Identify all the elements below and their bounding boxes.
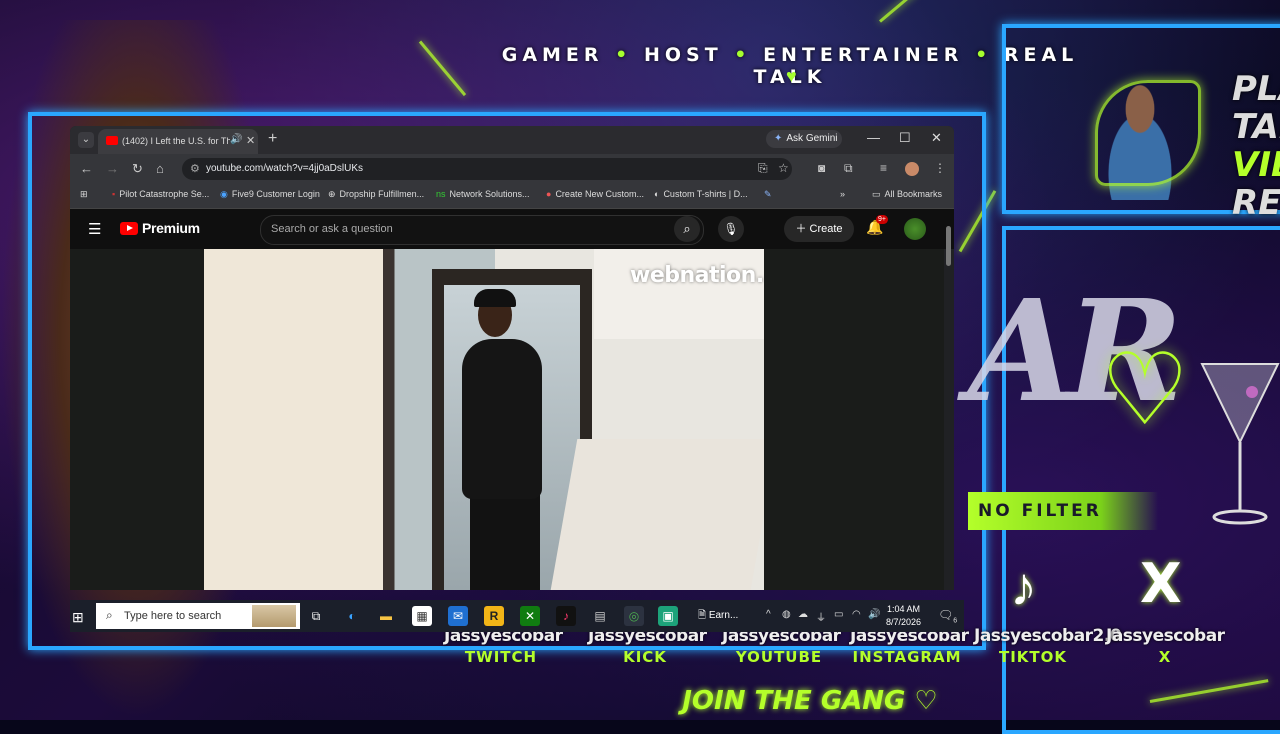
tab-bar: ⌄ (1402) I Left the U.S. for Tha 🔊 ✕ + ✦… <box>70 126 954 154</box>
battery-icon[interactable]: ▭ <box>834 609 843 620</box>
audio-playing-icon[interactable]: 🔊 <box>230 134 242 145</box>
rewards-app-icon[interactable]: R <box>484 606 504 626</box>
youtube-premium-logo[interactable]: Premium <box>142 220 200 236</box>
outlook-icon[interactable]: ✉ <box>448 606 468 626</box>
side-slogan: PLA TAL VIB REF <box>1232 69 1280 223</box>
browser-window: ⌄ (1402) I Left the U.S. for Tha 🔊 ✕ + ✦… <box>70 126 954 590</box>
notification-count-badge: 9+ <box>876 215 888 224</box>
app-icon[interactable]: ▤ <box>590 606 610 626</box>
app-icon[interactable]: ▣ <box>658 606 678 626</box>
social-youtube: Jassyescobar YOUTUBE <box>722 626 841 666</box>
volume-icon[interactable]: 🔊 <box>868 609 880 620</box>
profile-avatar[interactable] <box>905 162 919 176</box>
video-person <box>470 489 540 590</box>
ask-gemini-button[interactable]: ✦ Ask Gemini <box>766 130 842 148</box>
tiktok-icon: ♪ <box>1010 557 1037 617</box>
show-hidden-icons[interactable]: ^ <box>766 609 771 620</box>
search-icon[interactable]: ⌕ <box>674 216 700 242</box>
notification-center-icon[interactable]: 🗨6 <box>938 608 957 624</box>
youtube-search-input[interactable]: Search or ask a question <box>260 215 704 245</box>
menu-kebab-icon[interactable]: ⋮ <box>934 161 946 175</box>
install-app-icon[interactable]: ⎘ <box>758 161 768 176</box>
x-logo-icon: X <box>1140 552 1182 615</box>
chrome-icon[interactable]: ◎ <box>624 606 644 626</box>
task-view-icon[interactable]: ⧉ <box>306 606 326 626</box>
address-bar[interactable]: ⚙ youtube.com/watch?v=4jj0aDslUKs ⎘ ☆ <box>182 158 792 180</box>
bookmark-item[interactable]: ns Network Solutions... <box>436 189 530 199</box>
bookmark-item[interactable]: ⊕ Dropship Fulfillmen... <box>328 189 424 200</box>
bookmarks-bar: ⊞ ▪ Pilot Catastrophe Se... ◉ Five9 Custom… <box>70 184 954 209</box>
bookmark-pen-icon[interactable]: ✎ <box>764 189 772 200</box>
reload-button[interactable]: ↻ <box>132 161 143 177</box>
toolbar: ← → ↻ ⌂ ⚙ youtube.com/watch?v=4jj0aDslUK… <box>70 154 954 184</box>
gemini-icon: ✦ <box>774 133 783 144</box>
create-button[interactable]: ＋ Create <box>784 216 854 242</box>
bookmark-star-icon[interactable]: ☆ <box>778 161 789 175</box>
maximize-button[interactable]: ☐ <box>899 130 911 146</box>
extensions-puzzle-icon[interactable]: ⧉ <box>844 161 853 176</box>
media-control-icon[interactable]: ≡ <box>880 161 887 175</box>
bookmark-item[interactable]: ▪ Pilot Catastrophe Se... <box>112 189 209 199</box>
tab-title: (1402) I Left the U.S. for Tha <box>122 136 230 146</box>
tab-search-button[interactable]: ⌄ <box>78 132 94 148</box>
join-the-gang-banner: JOIN THE GANG ♡ <box>682 686 938 716</box>
menu-icon[interactable]: ☰ <box>88 220 101 238</box>
file-explorer-icon[interactable]: ▬ <box>376 606 396 626</box>
windows-start-icon[interactable]: ⊞ <box>72 609 84 626</box>
close-window-button[interactable]: ✕ <box>931 130 942 146</box>
youtube-header: ☰ Premium Search or ask a question ⌕ 🎙 ＋… <box>70 209 954 249</box>
bookmark-item[interactable]: ◐ Custom T-shirts | D... <box>654 189 748 199</box>
martini-glass-icon <box>1200 363 1280 525</box>
new-tab-button[interactable]: + <box>268 130 277 148</box>
video-player[interactable]: webnation. <box>70 249 944 590</box>
taskbar-clock[interactable]: 1:04 AM 8/7/2026 <box>886 603 921 629</box>
video-frame[interactable]: webnation. <box>204 249 764 590</box>
microsoft-store-icon[interactable]: ▦ <box>412 606 432 626</box>
search-highlight-image <box>252 605 296 627</box>
video-person-cap <box>474 289 516 307</box>
apps-grid-icon[interactable]: ⊞ <box>80 189 88 200</box>
tray-app-icon[interactable]: ◍ <box>782 609 791 620</box>
youtube-favicon-icon <box>106 136 118 145</box>
xbox-icon[interactable]: ✕ <box>520 606 540 626</box>
no-filter-banner: NO FILTER <box>968 492 1158 530</box>
taskbar-search-input[interactable]: ⌕ Type here to search <box>96 603 300 629</box>
tiktok-app-icon[interactable]: ♪ <box>556 606 576 626</box>
microphone-icon[interactable]: 🎙 <box>718 216 744 242</box>
wifi-icon[interactable]: ◠ <box>852 609 861 620</box>
social-tiktok: Jassyescobar2.0 TIKTOK <box>974 626 1122 666</box>
social-twitch: Jassyescobar TWITCH <box>444 626 563 666</box>
edge-browser-icon[interactable]: ◐ <box>342 606 362 626</box>
usb-icon[interactable]: ⏚ <box>816 609 826 624</box>
home-button[interactable]: ⌂ <box>156 161 164 176</box>
search-icon: ⌕ <box>106 608 113 622</box>
active-app-button[interactable]: 🗎 Earn... <box>698 606 750 626</box>
social-instagram: Jassyescobar INSTAGRAM <box>850 626 969 666</box>
butterfly-icon <box>1095 80 1201 186</box>
bookmark-item[interactable]: ◉ Five9 Customer Login <box>220 189 320 200</box>
minimize-button[interactable]: — <box>867 130 880 145</box>
forward-button[interactable]: → <box>106 161 119 176</box>
video-watermark: webnation. <box>630 263 764 288</box>
social-kick: Jassyescobar KICK <box>588 626 707 666</box>
account-avatar[interactable] <box>904 218 926 240</box>
back-button[interactable]: ← <box>80 161 93 176</box>
more-bookmarks-icon[interactable]: » <box>840 189 845 199</box>
page-scrollbar[interactable] <box>946 226 951 266</box>
video-person <box>462 339 542 499</box>
windows-taskbar: ⊞ ⌕ Type here to search ⧉ ◐ ▬ ▦ ✉ R ✕ ♪ … <box>70 600 964 632</box>
youtube-logo-icon[interactable] <box>120 222 138 235</box>
close-tab-icon[interactable]: ✕ <box>246 134 255 147</box>
bookmark-item[interactable]: ● Create New Custom... <box>546 189 644 199</box>
tray-app-icon[interactable]: ☁ <box>798 609 808 620</box>
extension-icon[interactable]: ◙ <box>818 161 825 175</box>
social-x: Jassyescobar X <box>1106 626 1225 666</box>
browser-tab[interactable]: (1402) I Left the U.S. for Tha 🔊 ✕ <box>98 129 258 154</box>
video-scene-counter <box>550 439 764 590</box>
heart-outline-icon: ♡ <box>1100 334 1190 446</box>
url-text: youtube.com/watch?v=4jj0aDslUKs <box>206 163 364 174</box>
site-info-icon[interactable]: ⚙ <box>190 162 200 175</box>
all-bookmarks-button[interactable]: ▭ All Bookmarks <box>872 189 942 200</box>
heart-icon: ♥ <box>786 66 797 86</box>
